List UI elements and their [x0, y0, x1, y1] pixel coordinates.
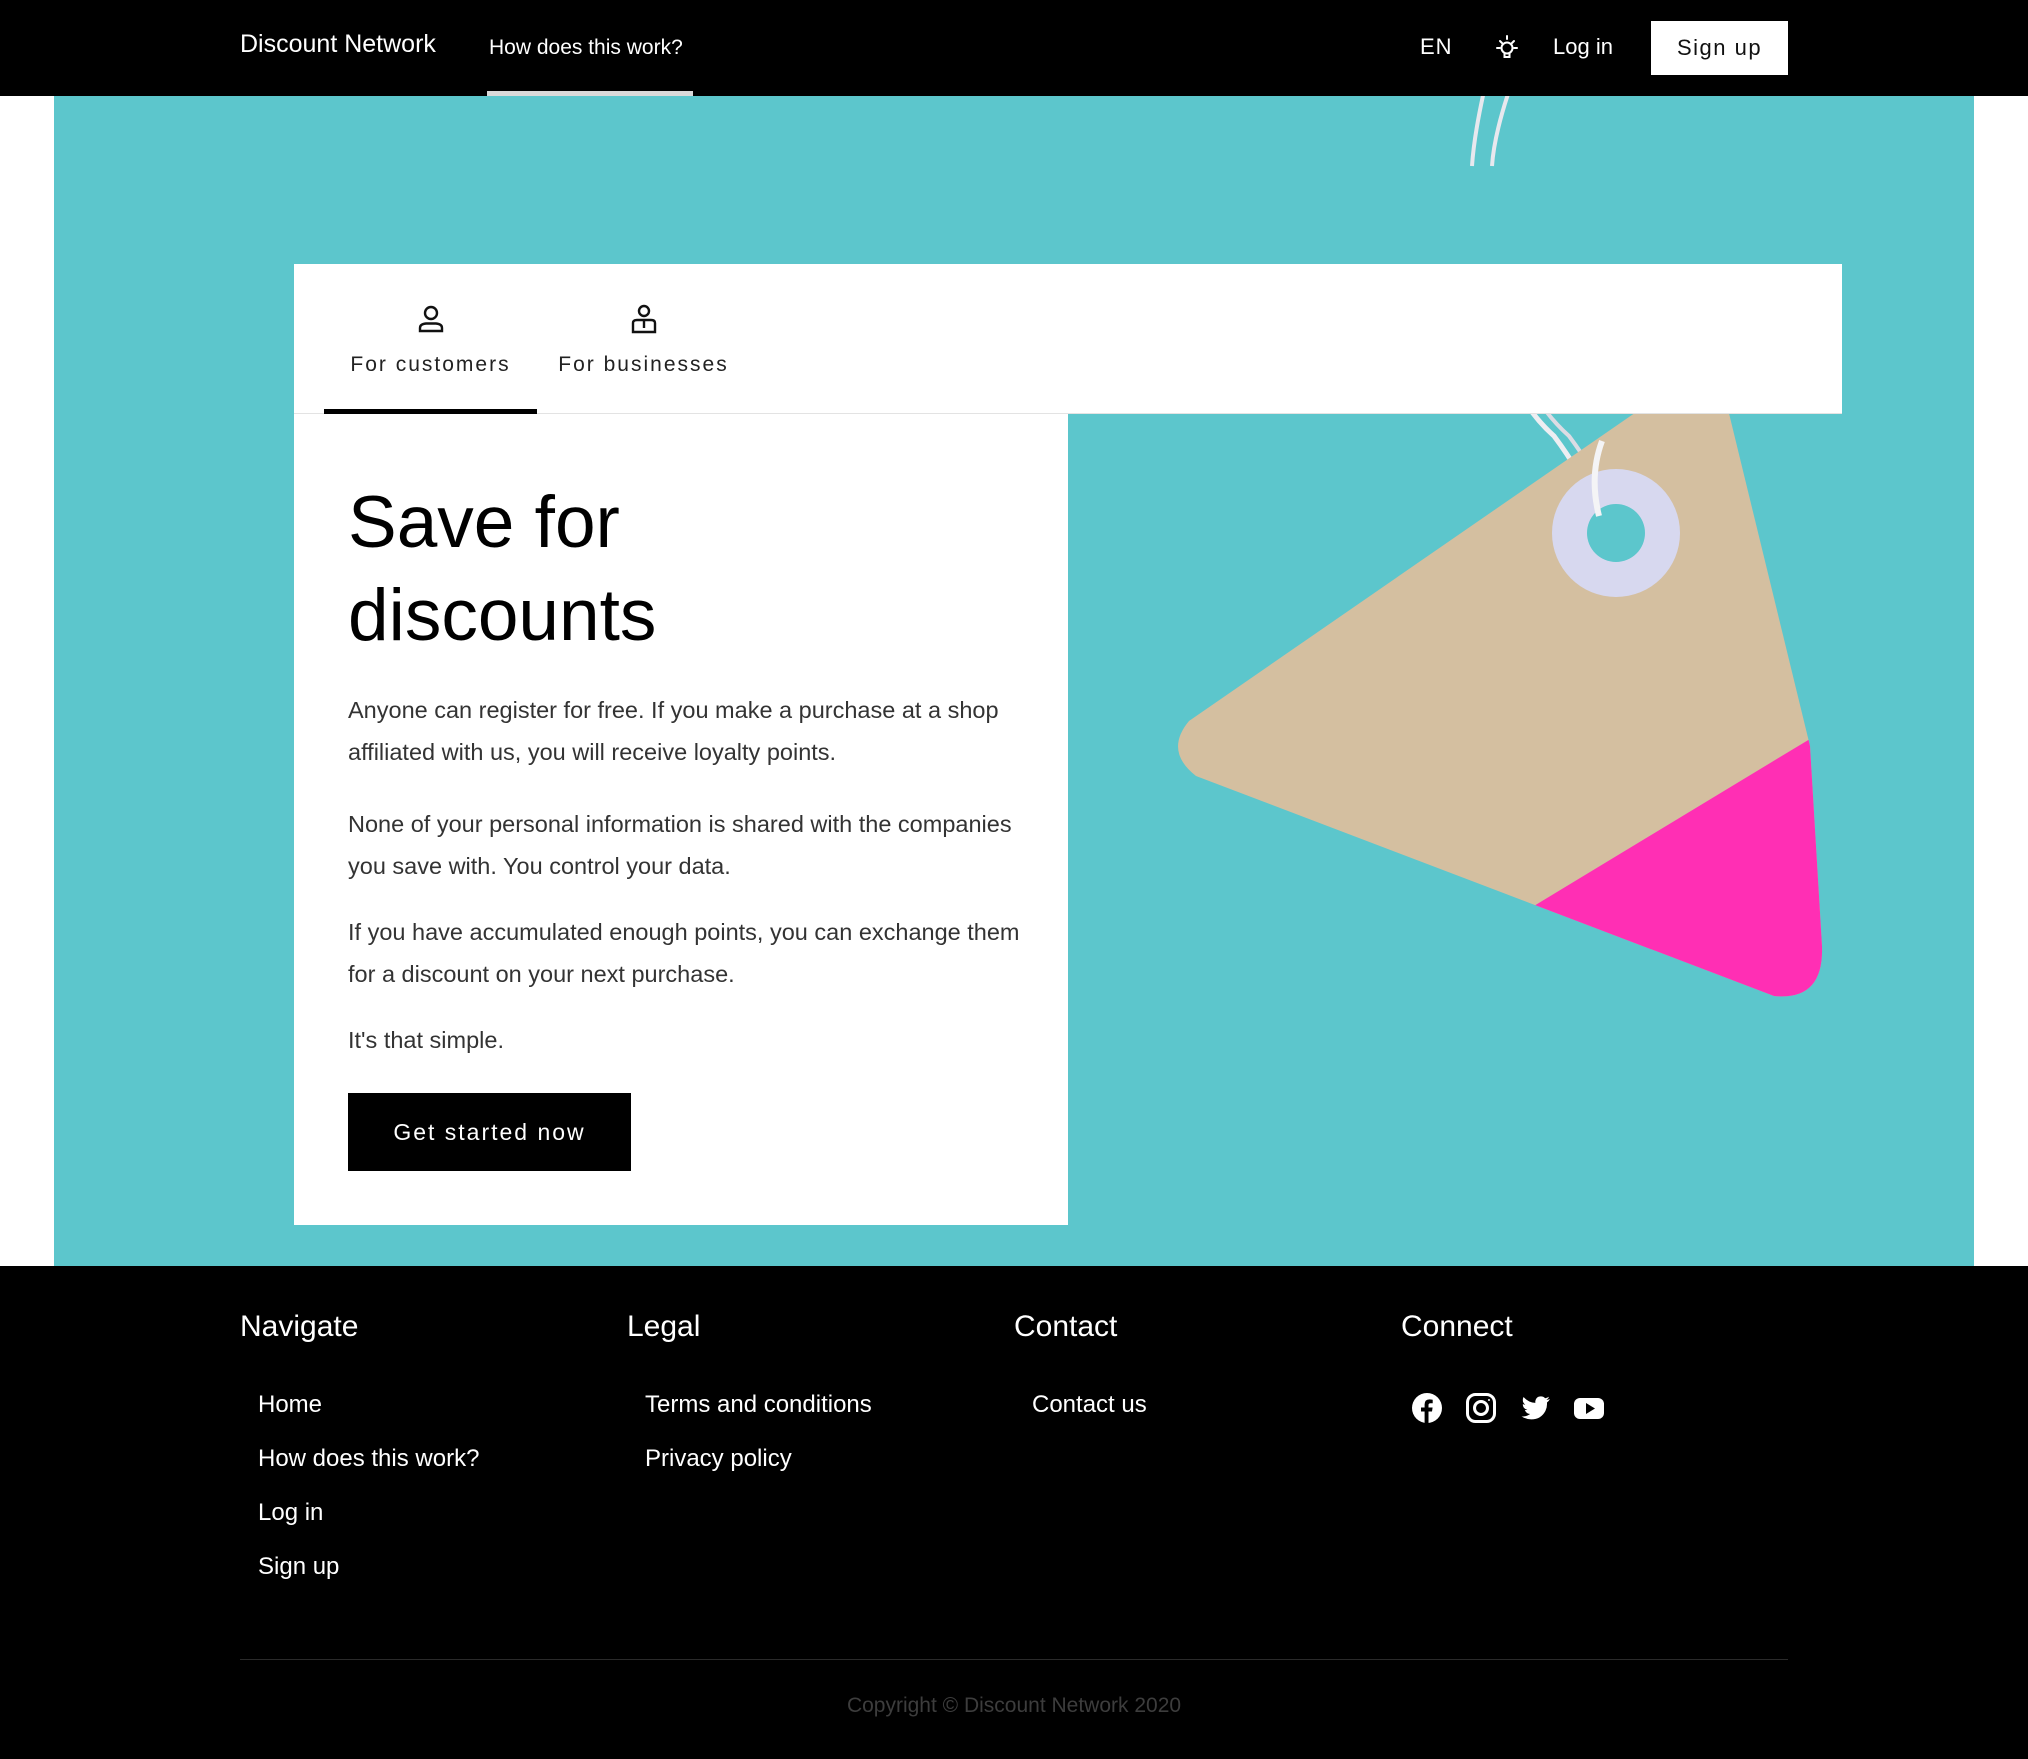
footer-connect-title: Connect	[1401, 1310, 1513, 1343]
youtube-icon[interactable]	[1573, 1392, 1605, 1424]
footer-legal-column: Legal Terms and conditions Privacy polic…	[627, 1310, 872, 1486]
intro-paragraph: Anyone can register for free. If you mak…	[348, 697, 999, 765]
copyright-text: Copyright © Discount Network 2020	[846, 1694, 1182, 1717]
instagram-icon[interactable]	[1465, 1392, 1497, 1424]
footer-link-how-it-works[interactable]: How does this work?	[258, 1432, 479, 1486]
user-icon	[416, 304, 446, 334]
footer-navigate-column: Navigate Home How does this work? Log in…	[240, 1310, 479, 1594]
footer-contact-title: Contact	[1014, 1310, 1118, 1343]
hero-section: For customers For businesses Save for di…	[54, 96, 1974, 1266]
tab-for-customers[interactable]: For customers	[324, 264, 537, 415]
page-title: Save for discounts	[348, 476, 1028, 662]
footer-link-terms[interactable]: Terms and conditions	[645, 1378, 872, 1432]
get-started-button[interactable]: Get started now	[348, 1093, 631, 1171]
nav-link-how-it-works-label[interactable]: How does this work?	[489, 36, 683, 60]
top-navbar: Discount Network How does this work? EN …	[0, 0, 2028, 96]
footer-contact-column: Contact Contact us	[1014, 1310, 1147, 1432]
privacy-paragraph: None of your personal information is sha…	[348, 811, 1012, 879]
footer-navigate-title: Navigate	[240, 1310, 359, 1343]
footer-link-contact-us[interactable]: Contact us	[1032, 1378, 1147, 1432]
footer-link-signup[interactable]: Sign up	[258, 1540, 479, 1594]
tab-for-businesses[interactable]: For businesses	[537, 264, 750, 414]
site-footer: Navigate Home How does this work? Log in…	[0, 1266, 2028, 1759]
brand-logo-text[interactable]: Discount Network	[240, 30, 436, 59]
audience-tabs: For customers For businesses	[294, 264, 1842, 415]
facebook-icon[interactable]	[1411, 1392, 1443, 1424]
lightbulb-icon[interactable]	[1492, 33, 1522, 63]
footer-legal-title: Legal	[627, 1310, 701, 1343]
simple-paragraph: It's that simple.	[348, 1027, 504, 1053]
footer-link-home[interactable]: Home	[258, 1378, 479, 1432]
title-line-1: Save for	[348, 482, 620, 563]
tab-for-businesses-label: For businesses	[558, 353, 729, 376]
footer-link-privacy[interactable]: Privacy policy	[645, 1432, 872, 1486]
footer-divider	[240, 1659, 1788, 1660]
signup-button[interactable]: Sign up	[1651, 21, 1788, 75]
title-line-2: discounts	[348, 575, 657, 656]
nav-link-how-it-works[interactable]: How does this work?	[487, 0, 693, 96]
customers-info-card: Save for discounts Anyone can register f…	[294, 414, 1068, 1225]
twitter-icon[interactable]	[1519, 1392, 1551, 1424]
language-selector[interactable]: EN	[1420, 34, 1453, 60]
login-link[interactable]: Log in	[1553, 34, 1613, 60]
footer-connect-column: Connect	[1401, 1310, 1513, 1344]
footer-link-login[interactable]: Log in	[258, 1486, 479, 1540]
business-user-icon	[629, 304, 659, 334]
tab-for-customers-label: For customers	[350, 353, 511, 376]
exchange-paragraph: If you have accumulated enough points, y…	[348, 919, 1020, 987]
